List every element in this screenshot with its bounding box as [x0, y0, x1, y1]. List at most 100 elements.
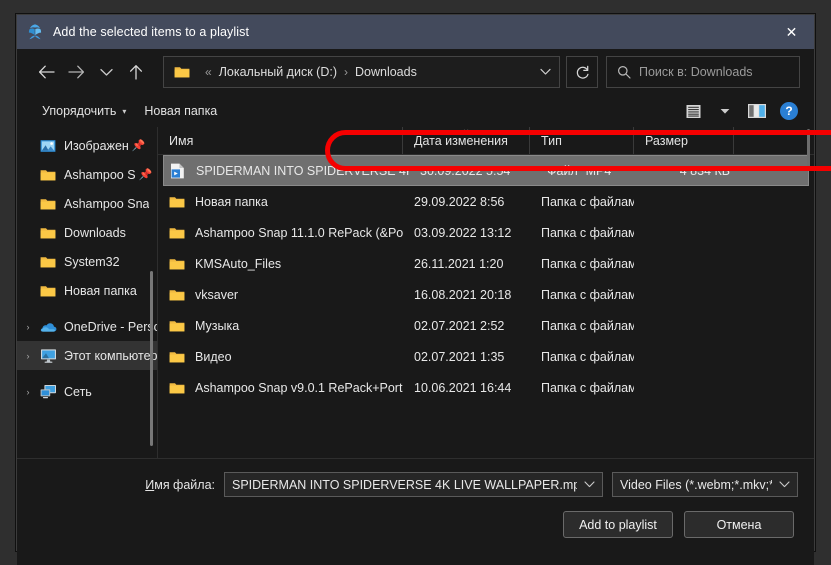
- sidebar-item-network[interactable]: › Сеть: [17, 377, 157, 406]
- file-type-cell: Файл "MP4": [547, 163, 616, 178]
- table-row[interactable]: vksaver 16.08.2021 20:18 Папка с файлами: [158, 279, 814, 310]
- expander-icon[interactable]: ›: [17, 322, 39, 332]
- file-type-cell: Папка с файлами: [541, 225, 634, 240]
- folder-icon: [169, 256, 187, 272]
- filetype-combobox[interactable]: Video Files (*.webm;*.mkv;*.flv;: [612, 472, 798, 497]
- file-type-cell: Папка с файлами: [541, 256, 634, 271]
- sidebar-item-label: Новая папка: [64, 283, 137, 298]
- folder-icon: [169, 225, 187, 241]
- filetype-value: Video Files (*.webm;*.mkv;*.flv;: [620, 477, 772, 492]
- back-button[interactable]: [31, 57, 61, 87]
- folder-icon: [169, 349, 187, 365]
- file-name-text: Ashampoo Snap 11.1.0 RePack (&Portabl...: [195, 225, 403, 240]
- expander-icon[interactable]: ›: [17, 351, 39, 361]
- column-header-size[interactable]: Размер: [634, 127, 734, 154]
- view-mode-icon[interactable]: [678, 98, 708, 124]
- column-header-spacer: [734, 127, 814, 154]
- chevron-down-icon[interactable]: [577, 481, 602, 488]
- sidebar-item-label: Изображен: [64, 138, 129, 153]
- search-box[interactable]: Поиск в: Downloads: [606, 56, 800, 88]
- folder-icon: [169, 287, 187, 303]
- navigation-pane-items: Изображен 📌 Ashampoo S 📌 Ashampoo Sna Do…: [17, 127, 157, 406]
- file-name-text: SPIDERMAN INTO SPIDERVERSE 4K LIVE ...: [196, 163, 409, 178]
- breadcrumb-separator: ›: [343, 65, 348, 79]
- pin-icon: 📌: [131, 140, 146, 152]
- search-input[interactable]: Поиск в: Downloads: [639, 65, 753, 79]
- chevron-down-icon[interactable]: [772, 481, 797, 488]
- sidebar-item-label: Ashampoo S: [64, 167, 136, 182]
- column-header-label: Имя: [169, 133, 194, 148]
- breadcrumb-segment-downloads[interactable]: Downloads: [355, 65, 417, 79]
- sidebar-item-pictures[interactable]: Изображен 📌: [17, 131, 157, 160]
- table-row[interactable]: Ashampoo Snap 11.1.0 RePack (&Portabl...…: [158, 217, 814, 248]
- this-pc-icon: [39, 348, 57, 364]
- window-title: Add the selected items to a playlist: [53, 25, 250, 39]
- address-bar[interactable]: « Локальный диск (D:) › Downloads: [163, 56, 560, 88]
- file-date-cell: 02.07.2021 2:52: [414, 318, 505, 333]
- address-prefix: «: [205, 65, 212, 79]
- sidebar-item-this-pc[interactable]: › Этот компьютер: [17, 341, 157, 370]
- file-name-cell: SPIDERMAN INTO SPIDERVERSE 4K LIVE ...: [164, 163, 409, 179]
- organize-button[interactable]: Упорядочить ▾: [33, 100, 135, 122]
- filename-label: Имя файла:: [145, 478, 215, 492]
- mediamonkey-icon: [26, 23, 44, 41]
- file-size-cell: 4 834 КБ: [679, 163, 730, 178]
- new-folder-button[interactable]: Новая папка: [135, 100, 226, 122]
- file-type-cell: Папка с файлами: [541, 194, 634, 209]
- up-button[interactable]: [121, 57, 151, 87]
- sidebar-item-ashampoo-sna[interactable]: Ashampoo Sna: [17, 189, 157, 218]
- content-split: Изображен 📌 Ashampoo S 📌 Ashampoo Sna Do…: [17, 127, 831, 458]
- filename-input[interactable]: SPIDERMAN INTO SPIDERVERSE 4K LIVE WALLP…: [225, 478, 577, 492]
- expander-icon[interactable]: ›: [17, 387, 39, 397]
- preview-pane-icon[interactable]: [742, 98, 772, 124]
- table-row[interactable]: SPIDERMAN INTO SPIDERVERSE 4K LIVE ... 3…: [163, 155, 809, 186]
- sidebar-item-new-folder[interactable]: Новая папка: [17, 276, 157, 305]
- organize-label: Упорядочить: [42, 104, 117, 118]
- navigation-pane-scrollbar[interactable]: [150, 271, 153, 446]
- view-mode-chevron-down-icon[interactable]: [710, 98, 740, 124]
- file-date-cell: 26.11.2021 1:20: [414, 256, 504, 271]
- table-row[interactable]: Ashampoo Snap v9.0.1 RePack+Portable ...…: [158, 372, 814, 403]
- table-row[interactable]: Музыка 02.07.2021 2:52 Папка с файлами: [158, 310, 814, 341]
- file-name-text: Музыка: [195, 318, 240, 333]
- dialog-footer: Имя файла: SPIDERMAN INTO SPIDERVERSE 4K…: [17, 458, 814, 565]
- refresh-button[interactable]: [566, 56, 598, 88]
- column-header-type[interactable]: Тип: [530, 127, 634, 154]
- file-type-cell: Папка с файлами: [541, 318, 634, 333]
- file-list-rows: SPIDERMAN INTO SPIDERVERSE 4K LIVE ... 3…: [158, 155, 814, 403]
- file-list-pane: Имя ∨ Дата изменения Тип Размер SPIDERMA…: [158, 127, 831, 458]
- sidebar-item-onedrive[interactable]: › OneDrive - Perso: [17, 312, 158, 341]
- chevron-down-icon[interactable]: [531, 68, 559, 76]
- file-date-cell: 02.07.2021 1:35: [414, 349, 505, 364]
- sidebar-item-system32[interactable]: System32: [17, 247, 157, 276]
- sidebar-item-ashampoo-s[interactable]: Ashampoo S 📌: [17, 160, 157, 189]
- recent-locations-icon[interactable]: [91, 57, 121, 87]
- add-to-playlist-button[interactable]: Add to playlist: [563, 511, 673, 538]
- folder-icon: [174, 65, 190, 79]
- navigation-pane: Изображен 📌 Ashampoo S 📌 Ashampoo Sna Do…: [17, 127, 158, 458]
- file-name-cell: vksaver: [158, 287, 403, 303]
- sidebar-item-label: Сеть: [64, 384, 92, 399]
- file-name-cell: Ashampoo Snap v9.0.1 RePack+Portable ...: [158, 380, 403, 396]
- breadcrumb-segment-drive[interactable]: Локальный диск (D:): [219, 65, 337, 79]
- column-header-date[interactable]: ∨ Дата изменения: [403, 127, 530, 154]
- cancel-button[interactable]: Отмена: [684, 511, 794, 538]
- folder-icon: [39, 283, 57, 299]
- folder-icon: [39, 196, 57, 212]
- close-icon[interactable]: ✕: [769, 15, 814, 49]
- sidebar-item-label: System32: [64, 254, 120, 269]
- table-row[interactable]: KMSAuto_Files 26.11.2021 1:20 Папка с фа…: [158, 248, 814, 279]
- help-button[interactable]: ?: [774, 98, 804, 124]
- file-list-scrollbar[interactable]: [807, 129, 810, 169]
- sidebar-item-downloads[interactable]: Downloads: [17, 218, 157, 247]
- table-row[interactable]: Видео 02.07.2021 1:35 Папка с файлами: [158, 341, 814, 372]
- sort-chevron-down-icon: ∨: [462, 127, 470, 137]
- file-name-text: Видео: [195, 349, 232, 364]
- column-header-name[interactable]: Имя: [158, 127, 403, 154]
- file-name-text: Ashampoo Snap v9.0.1 RePack+Portable ...: [195, 380, 403, 395]
- filename-combobox[interactable]: SPIDERMAN INTO SPIDERVERSE 4K LIVE WALLP…: [224, 472, 603, 497]
- table-row[interactable]: Новая папка 29.09.2022 8:56 Папка с файл…: [158, 186, 814, 217]
- file-date-cell: 16.08.2021 20:18: [414, 287, 512, 302]
- forward-button[interactable]: [61, 57, 91, 87]
- file-name-text: vksaver: [195, 287, 239, 302]
